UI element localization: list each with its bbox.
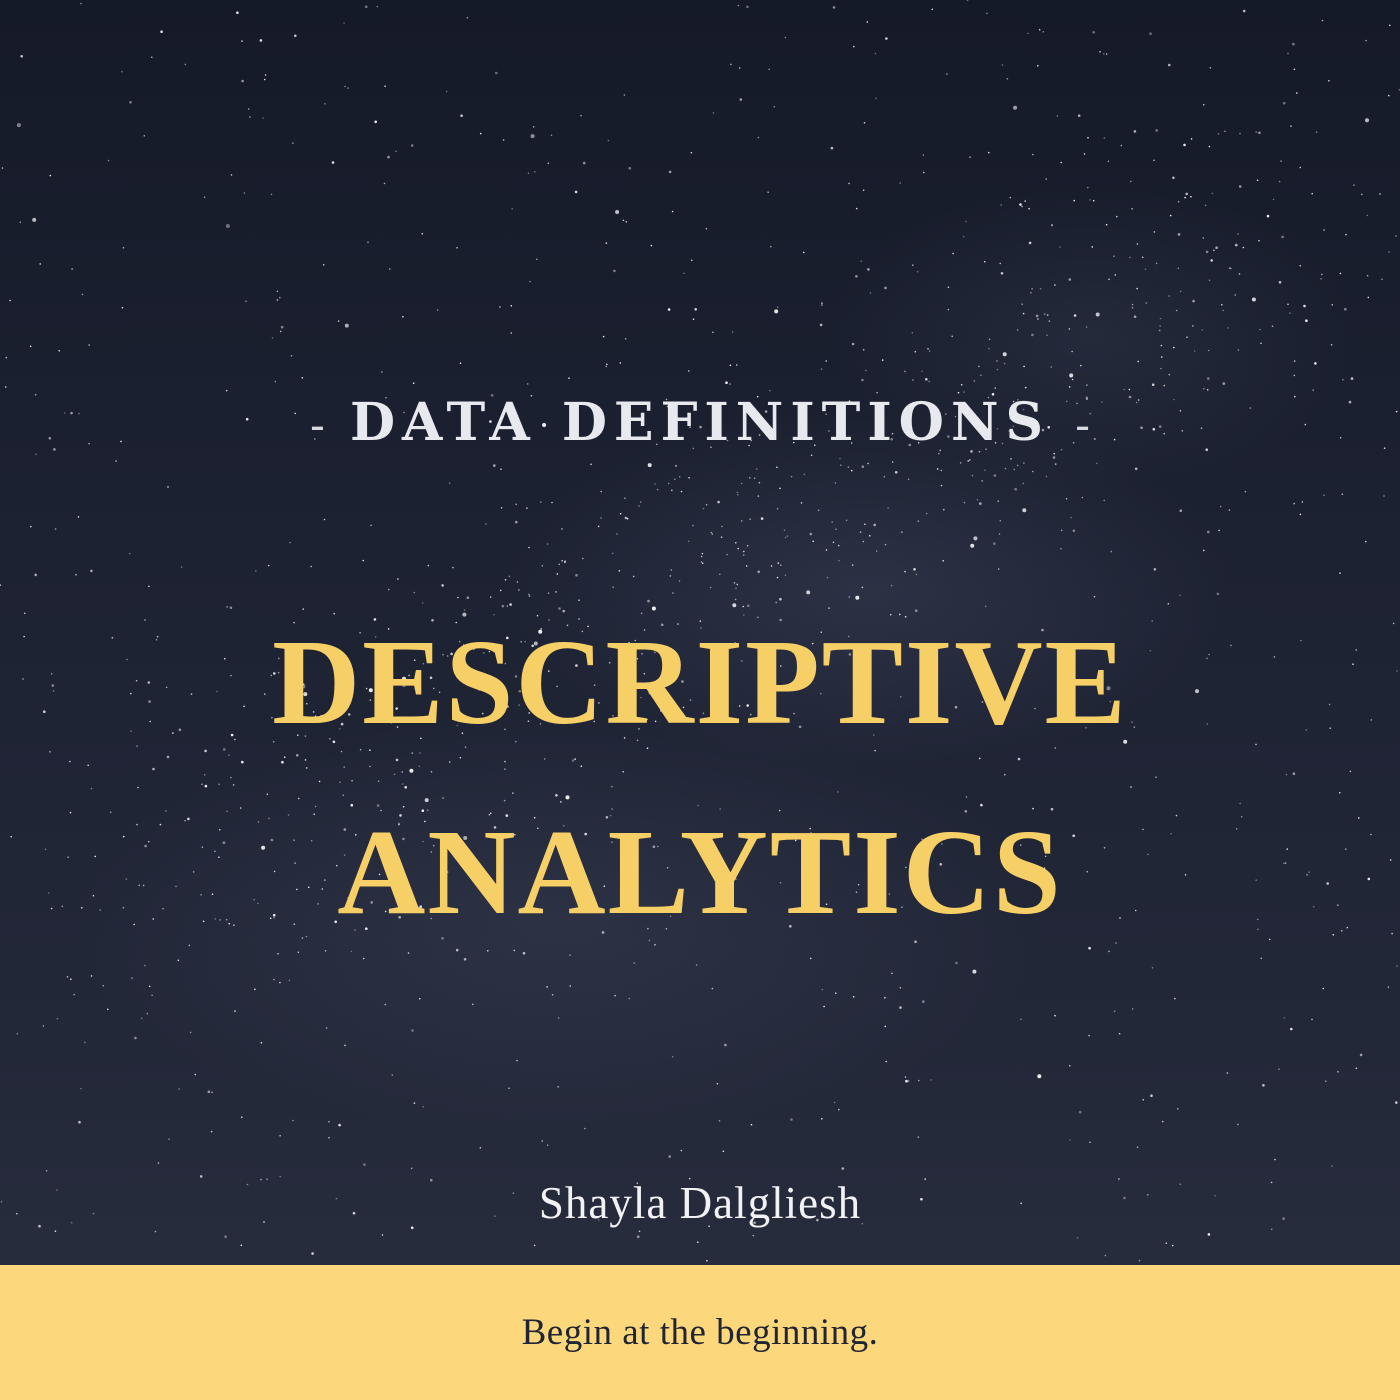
- headline-line-2: ANALYTICS: [337, 805, 1063, 940]
- kicker-dash-right: -: [1075, 400, 1091, 451]
- headline: DESCRIPTIVE ANALYTICS: [0, 588, 1400, 968]
- headline-line-1: DESCRIPTIVE: [272, 615, 1128, 750]
- cover-image: - DATA DEFINITIONS - DESCRIPTIVE ANALYTI…: [0, 0, 1400, 1400]
- kicker-dash-left: -: [309, 400, 325, 451]
- tagline: Begin at the beginning.: [521, 1312, 879, 1353]
- series-kicker: - DATA DEFINITIONS -: [0, 392, 1400, 453]
- author-name: Shayla Dalgliesh: [538, 1178, 862, 1228]
- kicker-text: DATA DEFINITIONS: [349, 392, 1051, 453]
